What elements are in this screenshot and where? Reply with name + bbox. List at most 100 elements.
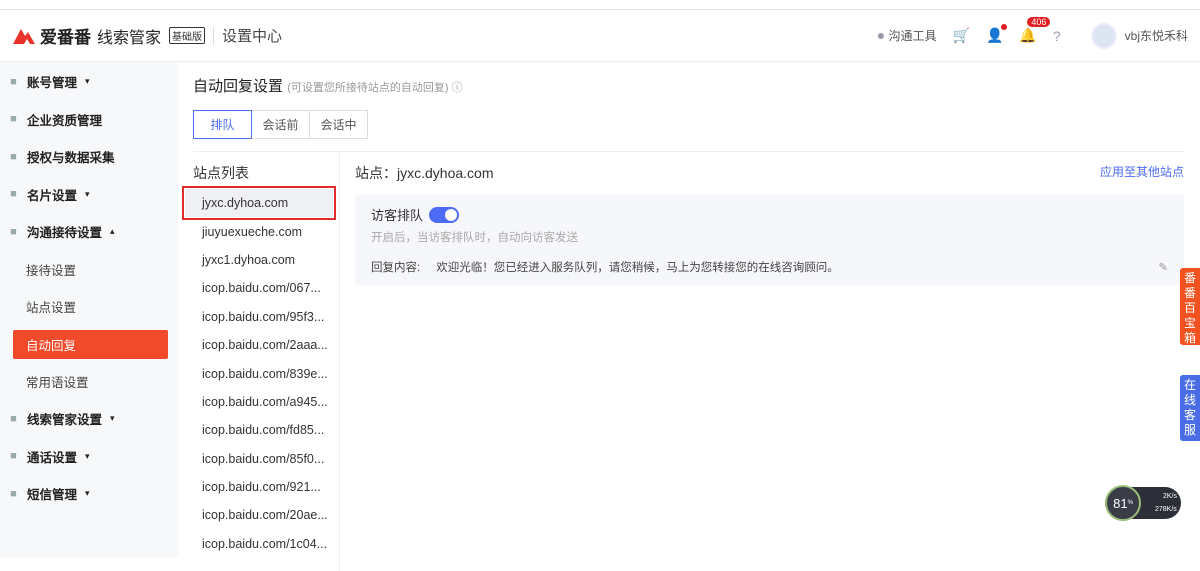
section-title: 设置中心 (222, 28, 283, 45)
sidebar-item-label: 账号管理 (27, 76, 78, 91)
sidebar-item[interactable]: 接待设置 (0, 251, 178, 289)
notification-badge: 406 (1027, 17, 1051, 27)
sidebar-item[interactable]: 站点设置 (0, 288, 178, 326)
apply-to-other-sites-link[interactable]: 应用至其他站点 (1100, 163, 1184, 183)
sidebar-item-label: 站点设置 (26, 301, 77, 316)
tab-before-session[interactable]: 会话前 (251, 110, 310, 139)
site-label: 站点：jyxc.dyhoa.com (355, 165, 494, 181)
site-list-item[interactable]: icop.baidu.com/a945... (193, 388, 338, 416)
browser-strip (0, 0, 1200, 10)
caret-icon: ▾ (85, 188, 90, 199)
site-list-item[interactable]: icop.baidu.com/20ae... (193, 501, 338, 529)
product-name: 线索管家 (97, 29, 162, 47)
sidebar-item[interactable]: ■ 账号管理 ▾ (0, 63, 178, 101)
sidebar-item[interactable]: ■ 通话设置 ▾ (0, 438, 178, 476)
toolbox-button[interactable]: 番番百宝箱 (1180, 268, 1200, 345)
caret-icon: ▾ (85, 450, 90, 461)
gauge-percent: 81 (1113, 495, 1128, 511)
sidebar-item[interactable]: ■ 授权与数据采集 (0, 138, 178, 176)
edition-badge: 基础版 (169, 27, 206, 44)
sms-icon: ■ (10, 487, 17, 500)
reply-label: 回复内容: (371, 262, 421, 274)
site-list-item[interactable]: icop.baidu.com/921... (193, 473, 338, 501)
site-list-item[interactable]: jyxc1.dyhoa.com (193, 246, 338, 274)
queue-label: 访客排队 (371, 208, 424, 223)
site-list-item[interactable]: icop.baidu.com/1c04... (193, 530, 338, 558)
sidebar: ■ 账号管理 ▾ ■ 企业资质管理 ■ 授权与数据采集 ■ 名片设置 ▾ ■ 沟通接待设置 ▴ 接待设置站… (0, 63, 178, 557)
site-list-item[interactable]: jyxc.dyhoa.com (182, 185, 336, 221)
site-list-item[interactable]: jiuyuexueche.com (193, 217, 338, 245)
queue-hint: 开启后，当访客排队时，自动向访客发送 (371, 232, 578, 244)
sidebar-item[interactable]: ■ 企业资质管理 (0, 101, 178, 139)
site-list-item[interactable]: icop.baidu.com/fd85... (193, 416, 338, 444)
caret-icon: ▾ (85, 76, 90, 87)
site-list-item[interactable]: icop.baidu.com/95f3... (193, 303, 338, 331)
avatar (1090, 22, 1117, 49)
caret-icon: ▾ (110, 413, 115, 424)
sidebar-item-label: 沟通接待设置 (27, 226, 103, 241)
reply-text: 欢迎光临！您已经进入服务队列，请您稍候，马上为您转接您的在线咨询顾问。 (436, 262, 839, 274)
chat-icon: ● (876, 27, 886, 43)
sidebar-item[interactable]: ■ 名片设置 ▾ (0, 176, 178, 214)
caret-icon: ▴ (110, 226, 115, 237)
sidebar-item[interactable]: 常用语设置 (0, 363, 178, 401)
tabs: 排队 会话前 会话中 (193, 110, 1200, 139)
red-dot (1001, 24, 1008, 30)
divider (339, 151, 340, 571)
divider (213, 26, 215, 45)
phone-icon: ■ (10, 450, 17, 463)
sidebar-item-label: 名片设置 (27, 188, 78, 203)
user-task-icon[interactable]: 👤 (986, 24, 1008, 44)
sidebar-item[interactable]: ■ 短信管理 ▾ (0, 475, 178, 513)
network-gauge[interactable]: 81% 2K/s 278K/s (1105, 485, 1181, 521)
edit-icon[interactable]: ✎ (1158, 260, 1168, 274)
sidebar-item-label: 常用语设置 (26, 375, 89, 390)
help-icon[interactable]: ? (1053, 28, 1061, 44)
site-list-item[interactable]: icop.baidu.com/839e... (193, 359, 338, 387)
account-icon: ■ (10, 75, 17, 88)
lock-icon: ■ (10, 150, 17, 163)
main-content: 自动回复设置 (可设置您所接待站点的自动回复) ⓘ 排队 会话前 会话中 站点列… (182, 63, 1200, 571)
upload-speed: 2K/s (1163, 493, 1178, 500)
site-list-title: 站点列表 (193, 165, 249, 181)
sidebar-item[interactable]: 自动回复 (13, 329, 168, 359)
sidebar-item-label: 授权与数据采集 (27, 151, 115, 166)
page-subtitle: (可设置您所接待站点的自动回复) ⓘ (287, 82, 463, 94)
site-list-item[interactable]: icop.baidu.com/2aaa... (193, 331, 338, 359)
list-icon: ■ (10, 412, 17, 425)
chat-icon: ■ (10, 225, 17, 238)
cart-icon[interactable]: 🛒 (953, 27, 970, 44)
user-menu[interactable]: vbj东悦禾科 (1090, 22, 1188, 49)
queue-toggle[interactable] (429, 206, 460, 223)
brand-name: 爱番番 (40, 28, 91, 47)
sidebar-item-label: 企业资质管理 (27, 113, 103, 128)
gauge-unit: % (1127, 500, 1133, 506)
header: 爱番番 线索管家 基础版 设置中心 ● 沟通工具 🛒 👤 🔔 406 ? vbj东… (0, 10, 1200, 62)
sidebar-item-label: 接待设置 (26, 263, 77, 278)
logo[interactable]: 爱番番 线索管家 基础版 (12, 23, 206, 48)
sidebar-item-label: 自动回复 (26, 338, 77, 353)
logo-icon (13, 28, 35, 44)
sidebar-item[interactable]: ■ 沟通接待设置 ▴ (0, 213, 178, 251)
divider (193, 151, 1184, 152)
site-list-item[interactable]: icop.baidu.com/067... (193, 274, 338, 302)
bell-icon[interactable]: 🔔 406 (1019, 17, 1051, 44)
user-name: vbj东悦禾科 (1124, 29, 1188, 43)
download-speed: 278K/s (1155, 506, 1177, 513)
sidebar-item-label: 短信管理 (27, 488, 78, 503)
sidebar-item-label: 通话设置 (27, 450, 78, 465)
site-detail: 站点：jyxc.dyhoa.com 应用至其他站点 访客排队 开启后，当访客排队时… (355, 163, 1184, 285)
tab-queue[interactable]: 排队 (193, 110, 252, 139)
caret-icon: ▾ (85, 488, 90, 499)
doc-icon: ■ (10, 113, 17, 126)
comm-tools-label: 沟通工具 (888, 29, 937, 43)
tab-in-session[interactable]: 会话中 (309, 110, 368, 139)
queue-card: 访客排队 开启后，当访客排队时，自动向访客发送 回复内容: 欢迎光临！您已经进入服… (355, 195, 1184, 285)
sidebar-item[interactable]: ■ 线索管家设置 ▾ (0, 400, 178, 438)
card-icon: ■ (10, 188, 17, 201)
online-service-button[interactable]: 在线客服 (1180, 375, 1200, 441)
comm-tools-button[interactable]: ● 沟通工具 (877, 27, 937, 44)
site-list-item[interactable]: icop.baidu.com/85f0... (193, 445, 338, 473)
sidebar-item-label: 线索管家设置 (27, 413, 103, 428)
page-title: 自动回复设置 (193, 78, 284, 95)
